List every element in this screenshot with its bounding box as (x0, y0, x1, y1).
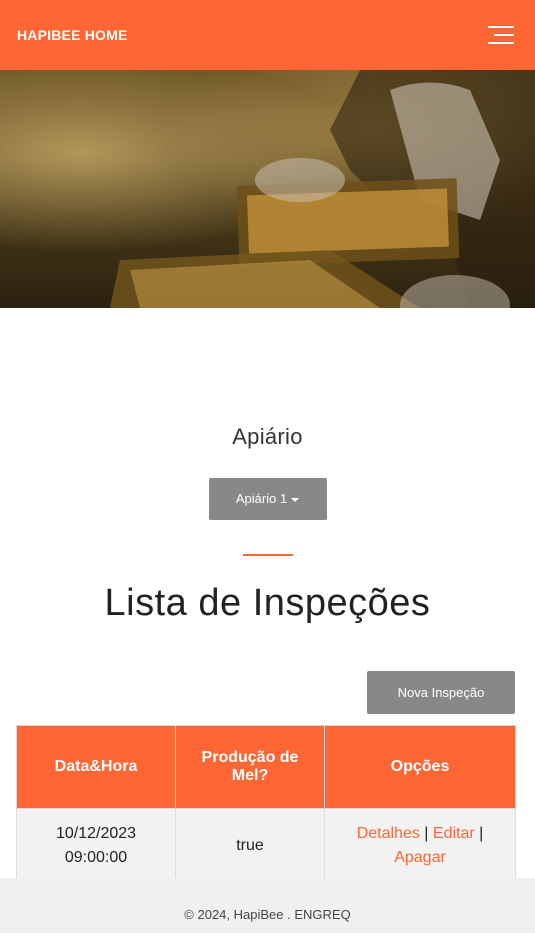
hamburger-icon[interactable] (488, 24, 514, 46)
hero-image (0, 70, 535, 308)
table-header-row: Data&Hora Produção de Mel? Opções (16, 725, 516, 809)
apiario-dropdown[interactable]: Apiário 1 (208, 478, 327, 520)
table-row: 10/12/2023 09:00:00 true Detalhes | Edit… (16, 808, 516, 884)
column-header-opcoes: Opções (324, 725, 516, 809)
footer: © 2024, HapiBee . ENGREQ (0, 878, 535, 933)
footer-copyright: © 2024, HapiBee . ENGREQ (184, 907, 351, 922)
column-header-producao: Produção de Mel? (175, 725, 325, 809)
navbar: HAPIBEE HOME (0, 0, 535, 70)
separator: | (424, 825, 429, 842)
apagar-link[interactable]: Apagar (394, 849, 446, 866)
inspections-table: Data&Hora Produção de Mel? Opções 10/12/… (16, 725, 516, 884)
editar-link[interactable]: Editar (433, 825, 475, 842)
separator: | (479, 825, 484, 842)
nova-inspecao-button[interactable]: Nova Inspeção (367, 671, 515, 714)
cell-producao: true (175, 808, 325, 884)
apiario-title: Apiário (232, 424, 303, 449)
apiario-selected: Apiário 1 (235, 491, 288, 506)
caret-down-icon (291, 497, 300, 502)
page-title: Lista de Inspeções (104, 582, 431, 624)
detalhes-link[interactable]: Detalhes (357, 825, 420, 842)
cell-time: 09:00:00 (64, 849, 128, 866)
column-header-datahora: Data&Hora (16, 725, 176, 809)
title-divider (242, 554, 293, 556)
cell-datahora: 10/12/2023 09:00:00 (16, 808, 176, 884)
cell-opcoes: Detalhes | Editar | Apagar (324, 808, 516, 884)
cell-date: 10/12/2023 (55, 825, 137, 842)
brand-link[interactable]: HAPIBEE HOME (17, 27, 128, 43)
